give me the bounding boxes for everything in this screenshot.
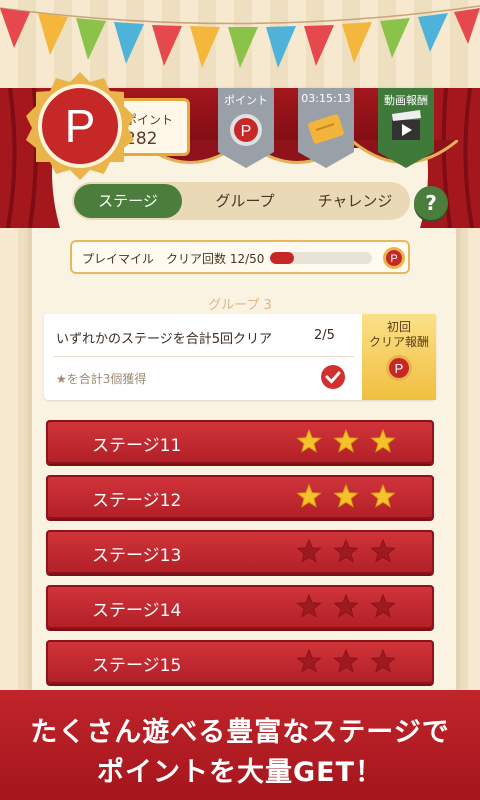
- p-coin-small-icon: P: [383, 247, 405, 269]
- stage-row-11[interactable]: ステージ11: [46, 420, 434, 464]
- group-title: グループ 3: [208, 298, 272, 313]
- group-mission-card: いずれかのステージを合計5回クリア 2/5 ★を合計3個獲得 初回 クリア報酬 …: [44, 314, 436, 400]
- mission-count: 2/5: [314, 328, 335, 343]
- stage-label: ステージ15: [92, 656, 182, 676]
- stage-row-14[interactable]: ステージ14: [46, 585, 434, 629]
- mission-text: いずれかのステージを合計5回クリア: [56, 332, 273, 347]
- tab-bar: ステージ グループ チャレンジ: [72, 182, 410, 220]
- star-rating: [296, 594, 396, 618]
- stage-label: ステージ12: [92, 491, 182, 511]
- star-empty-icon: [370, 649, 396, 673]
- star-rating: [296, 539, 396, 563]
- stage-label: ステージ11: [92, 436, 182, 456]
- tab-stage[interactable]: ステージ: [74, 184, 182, 218]
- star-filled-icon: [370, 484, 396, 508]
- stage-row-13[interactable]: ステージ13: [46, 530, 434, 574]
- stage-row-15[interactable]: ステージ15: [46, 640, 434, 684]
- star-empty-icon: [296, 594, 322, 618]
- svg-text:P: P: [65, 100, 96, 152]
- stage-label: ステージ14: [92, 601, 182, 621]
- star-empty-icon: [370, 594, 396, 618]
- star-empty-icon: [333, 649, 359, 673]
- reward-label: 初回 クリア報酬: [362, 320, 436, 350]
- play-mile-progress-fill: [270, 252, 295, 264]
- play-mile-text: プレイマイル クリア回数 12/50: [82, 252, 265, 266]
- check-icon: [321, 365, 345, 389]
- star-rating: [296, 649, 396, 673]
- point-banner-label: ポイント: [224, 94, 268, 107]
- star-empty-icon: [333, 539, 359, 563]
- star-rating: [296, 429, 396, 453]
- video-reward-button[interactable]: 動画報酬: [378, 88, 434, 168]
- p-coin-reward-icon: P: [386, 355, 412, 381]
- help-button[interactable]: ?: [414, 186, 448, 220]
- star-empty-icon: [333, 594, 359, 618]
- stage-row-12[interactable]: ステージ12: [46, 475, 434, 519]
- star-empty-icon: [296, 539, 322, 563]
- reward-line1: 初回: [386, 320, 411, 334]
- play-mile-bar: プレイマイル クリア回数 12/50 P: [70, 240, 410, 274]
- star-empty-icon: [296, 649, 322, 673]
- star-filled-icon: [333, 484, 359, 508]
- promo-line-1: たくさん遊べる豊富なステージで: [30, 717, 450, 748]
- stage-label: ステージ13: [92, 546, 182, 566]
- svg-text:P: P: [395, 361, 404, 376]
- tab-group[interactable]: グループ: [190, 182, 300, 220]
- timer-label: 03:15:13: [301, 92, 351, 105]
- star-filled-icon: [296, 484, 322, 508]
- p-coin-icon: P: [26, 72, 134, 180]
- svg-text:P: P: [390, 253, 397, 265]
- star-filled-icon: [296, 429, 322, 453]
- reward-line2: クリア報酬: [368, 335, 429, 349]
- svg-text:P: P: [241, 123, 252, 140]
- video-reward-label: 動画報酬: [384, 94, 428, 107]
- bunting-flags: [0, 5, 480, 68]
- tab-challenge[interactable]: チャレンジ: [300, 182, 410, 220]
- star-empty-icon: [370, 539, 396, 563]
- star-filled-icon: [370, 429, 396, 453]
- ticket-banner-button[interactable]: 03:15:13: [298, 88, 354, 168]
- sub-mission-text: ★を合計3個獲得: [56, 372, 147, 386]
- star-filled-icon: [333, 429, 359, 453]
- star-rating: [296, 484, 396, 508]
- first-clear-reward: 初回 クリア報酬 P: [362, 314, 436, 400]
- play-mile-progress: [270, 252, 372, 264]
- divider: [54, 356, 354, 357]
- promo-line-2: ポイントを大量GET！: [96, 757, 384, 788]
- point-banner-button[interactable]: P ポイント: [218, 88, 274, 168]
